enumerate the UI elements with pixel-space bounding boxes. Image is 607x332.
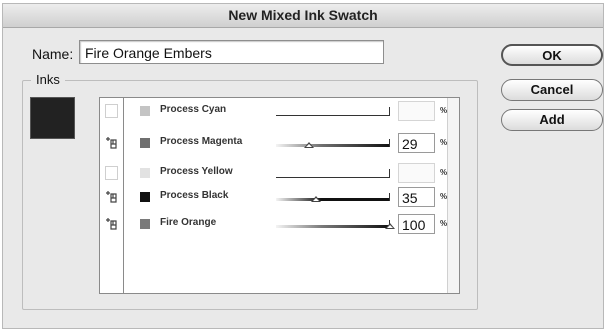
cancel-button[interactable]: Cancel xyxy=(501,79,603,101)
ink-percentage-input[interactable]: 29 xyxy=(398,133,435,153)
ink-percentage-input[interactable] xyxy=(398,101,435,121)
ink-name: Process Black xyxy=(160,190,229,201)
slider-thumb[interactable] xyxy=(385,223,395,229)
percent-sign: % xyxy=(440,138,448,147)
ink-row-process-cyan: Process Cyan % xyxy=(100,101,448,123)
inks-label: Inks xyxy=(31,72,65,87)
percent-sign: % xyxy=(440,106,448,115)
percent-sign: % xyxy=(440,168,448,177)
ink-percentage-slider[interactable] xyxy=(276,169,390,178)
ink-percentage-input[interactable]: 100 xyxy=(398,214,435,234)
ink-name: Fire Orange xyxy=(160,217,217,228)
ink-percentage-input[interactable] xyxy=(398,163,435,183)
ink-row-process-magenta: Process Magenta 29 % xyxy=(100,133,448,155)
ink-include-icon[interactable] xyxy=(105,166,118,180)
ink-row-process-yellow: Process Yellow % xyxy=(100,163,448,185)
slider-thumb[interactable] xyxy=(304,142,315,148)
ink-percentage-input[interactable]: 35 xyxy=(398,187,435,207)
ink-name: Process Yellow xyxy=(160,166,233,177)
ink-percentage-slider[interactable] xyxy=(276,193,390,202)
ink-swatch xyxy=(140,168,150,178)
ink-percentage-slider[interactable] xyxy=(276,139,390,148)
ink-row-fire-orange: Fire Orange 100 % xyxy=(100,214,448,236)
ink-swatch xyxy=(140,106,150,116)
name-input[interactable]: Fire Orange Embers xyxy=(79,40,384,64)
name-label: Name: xyxy=(32,46,74,62)
dialog-title: New Mixed Ink Swatch xyxy=(3,4,603,28)
ink-swatch xyxy=(140,219,150,229)
ink-percentage-slider[interactable] xyxy=(276,220,395,229)
ink-include-icon[interactable] xyxy=(105,217,118,231)
ink-include-icon[interactable] xyxy=(105,136,118,150)
ok-button[interactable]: OK xyxy=(501,44,603,66)
mixed-ink-preview-swatch xyxy=(30,97,75,139)
percent-sign: % xyxy=(440,192,448,201)
ink-percentage-slider[interactable] xyxy=(276,107,390,116)
ink-name: Process Magenta xyxy=(160,136,243,147)
percent-sign: % xyxy=(440,219,448,228)
ink-row-process-black: Process Black 35 % xyxy=(100,187,448,209)
add-button[interactable]: Add xyxy=(501,109,603,131)
ink-swatch xyxy=(140,138,150,148)
slider-thumb[interactable] xyxy=(310,196,321,202)
ink-include-icon[interactable] xyxy=(105,104,118,118)
ink-swatch xyxy=(140,192,150,202)
inks-list-scroll-track[interactable] xyxy=(447,98,459,293)
ink-include-icon[interactable] xyxy=(105,190,118,204)
ink-name: Process Cyan xyxy=(160,104,227,115)
